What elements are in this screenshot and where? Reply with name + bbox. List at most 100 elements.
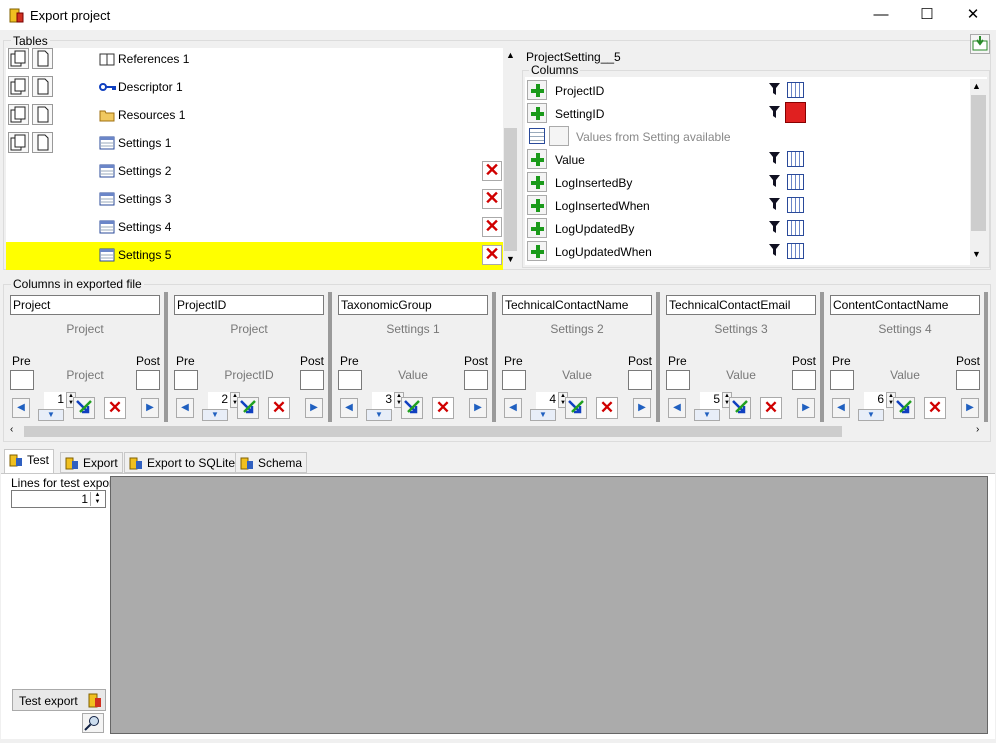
table-filter-icon[interactable] bbox=[787, 243, 804, 259]
remove-column-button[interactable]: ✕ bbox=[760, 397, 782, 419]
add-column-button[interactable] bbox=[527, 149, 547, 169]
remove-table-button[interactable]: ✕ bbox=[482, 217, 502, 237]
table-row[interactable]: Settings 2 ✕ bbox=[6, 158, 503, 186]
test-export-button[interactable]: Test export bbox=[12, 689, 106, 711]
column-row[interactable]: LogInsertedWhen bbox=[525, 194, 970, 217]
export-settings-button[interactable] bbox=[970, 34, 990, 54]
table-row[interactable]: Settings 4 ✕ bbox=[6, 214, 503, 242]
copy-table-button[interactable] bbox=[8, 132, 29, 153]
move-right-button[interactable]: ▶ bbox=[633, 398, 651, 418]
post-input[interactable] bbox=[136, 370, 160, 390]
add-column-button[interactable] bbox=[527, 103, 547, 123]
new-table-button[interactable] bbox=[32, 104, 53, 125]
remove-table-button[interactable]: ✕ bbox=[482, 189, 502, 209]
position-input[interactable]: 3 bbox=[372, 392, 394, 410]
move-left-button[interactable]: ◀ bbox=[832, 398, 850, 418]
table-row[interactable]: Settings 1 bbox=[6, 130, 503, 158]
filter-icon[interactable] bbox=[769, 106, 780, 118]
columns-scrollbar[interactable]: ▲ ▼ bbox=[970, 79, 987, 265]
add-column-button[interactable] bbox=[527, 80, 547, 100]
move-down-button[interactable]: ▼ bbox=[858, 409, 884, 421]
lookup-button[interactable] bbox=[549, 126, 569, 146]
column-name-input[interactable]: TechnicalContactName bbox=[502, 295, 652, 315]
panel-separator[interactable] bbox=[492, 292, 496, 422]
lines-input[interactable]: 1 ▲ ▼ bbox=[11, 490, 106, 508]
swap-source-button[interactable] bbox=[401, 397, 423, 419]
panel-separator[interactable] bbox=[164, 292, 168, 422]
column-row[interactable]: LogUpdatedWhen bbox=[525, 240, 970, 263]
position-input[interactable]: 2 bbox=[208, 392, 230, 410]
copy-table-button[interactable] bbox=[8, 48, 29, 69]
scroll-right-icon[interactable]: › bbox=[976, 424, 979, 435]
new-table-button[interactable] bbox=[32, 76, 53, 97]
tab-test[interactable]: Test bbox=[4, 449, 55, 474]
close-button[interactable]: ✕ bbox=[950, 0, 996, 31]
position-input[interactable]: 1 bbox=[44, 392, 66, 410]
table-filter-icon[interactable] bbox=[785, 102, 806, 123]
remove-table-button[interactable]: ✕ bbox=[482, 161, 502, 181]
column-row[interactable]: Value bbox=[525, 148, 970, 171]
table-filter-icon[interactable] bbox=[787, 197, 804, 213]
post-input[interactable] bbox=[792, 370, 816, 390]
move-left-button[interactable]: ◀ bbox=[504, 398, 522, 418]
remove-column-button[interactable]: ✕ bbox=[432, 397, 454, 419]
remove-column-button[interactable]: ✕ bbox=[924, 397, 946, 419]
scroll-up-icon[interactable]: ▲ bbox=[504, 50, 517, 60]
scroll-left-icon[interactable]: ‹ bbox=[10, 424, 13, 435]
panel-separator[interactable] bbox=[984, 292, 988, 422]
filter-icon[interactable] bbox=[769, 244, 780, 256]
swap-source-button[interactable] bbox=[893, 397, 915, 419]
position-input[interactable]: 5 bbox=[700, 392, 722, 410]
pre-input[interactable] bbox=[830, 370, 854, 390]
swap-source-button[interactable] bbox=[237, 397, 259, 419]
tables-scrollbar[interactable]: ▲ ▼ bbox=[503, 48, 518, 266]
tab-export[interactable]: Export bbox=[60, 452, 123, 473]
move-down-button[interactable]: ▼ bbox=[202, 409, 228, 421]
add-column-button[interactable] bbox=[527, 195, 547, 215]
filter-icon[interactable] bbox=[769, 175, 780, 187]
table-filter-icon[interactable] bbox=[787, 220, 804, 236]
table-filter-icon[interactable] bbox=[787, 151, 804, 167]
move-left-button[interactable]: ◀ bbox=[12, 398, 30, 418]
move-left-button[interactable]: ◀ bbox=[176, 398, 194, 418]
move-left-button[interactable]: ◀ bbox=[668, 398, 686, 418]
move-down-button[interactable]: ▼ bbox=[366, 409, 392, 421]
post-input[interactable] bbox=[300, 370, 324, 390]
column-name-input[interactable]: ProjectID bbox=[174, 295, 324, 315]
pre-input[interactable] bbox=[338, 370, 362, 390]
filter-icon[interactable] bbox=[769, 83, 780, 95]
table-row[interactable]: References 1 bbox=[6, 46, 503, 74]
table-row[interactable]: Descriptor 1 bbox=[6, 74, 503, 102]
grid-icon[interactable] bbox=[529, 128, 545, 144]
panel-separator[interactable] bbox=[328, 292, 332, 422]
scroll-down-icon[interactable]: ▼ bbox=[972, 249, 981, 259]
remove-column-button[interactable]: ✕ bbox=[596, 397, 618, 419]
post-input[interactable] bbox=[956, 370, 980, 390]
move-down-button[interactable]: ▼ bbox=[38, 409, 64, 421]
move-right-button[interactable]: ▶ bbox=[797, 398, 815, 418]
swap-source-button[interactable] bbox=[565, 397, 587, 419]
panel-separator[interactable] bbox=[656, 292, 660, 422]
add-column-button[interactable] bbox=[527, 172, 547, 192]
remove-column-button[interactable]: ✕ bbox=[268, 397, 290, 419]
post-input[interactable] bbox=[628, 370, 652, 390]
pre-input[interactable] bbox=[174, 370, 198, 390]
inspect-button[interactable] bbox=[82, 713, 104, 733]
column-name-input[interactable]: TaxonomicGroup bbox=[338, 295, 488, 315]
table-filter-icon[interactable] bbox=[787, 174, 804, 190]
new-table-button[interactable] bbox=[32, 132, 53, 153]
column-name-input[interactable]: TechnicalContactEmail bbox=[666, 295, 816, 315]
post-input[interactable] bbox=[464, 370, 488, 390]
position-input[interactable]: 4 bbox=[536, 392, 558, 410]
move-right-button[interactable]: ▶ bbox=[961, 398, 979, 418]
scroll-thumb[interactable] bbox=[24, 426, 842, 437]
scroll-thumb[interactable] bbox=[504, 128, 517, 251]
column-row[interactable]: LogInsertedBy bbox=[525, 171, 970, 194]
pre-input[interactable] bbox=[666, 370, 690, 390]
tab-schema[interactable]: Schema bbox=[235, 452, 308, 473]
column-row[interactable]: ProjectID bbox=[525, 79, 970, 102]
scroll-thumb[interactable] bbox=[971, 95, 986, 231]
table-row[interactable]: Settings 5 ✕ bbox=[6, 242, 503, 270]
swap-source-button[interactable] bbox=[729, 397, 751, 419]
remove-table-button[interactable]: ✕ bbox=[482, 245, 502, 265]
